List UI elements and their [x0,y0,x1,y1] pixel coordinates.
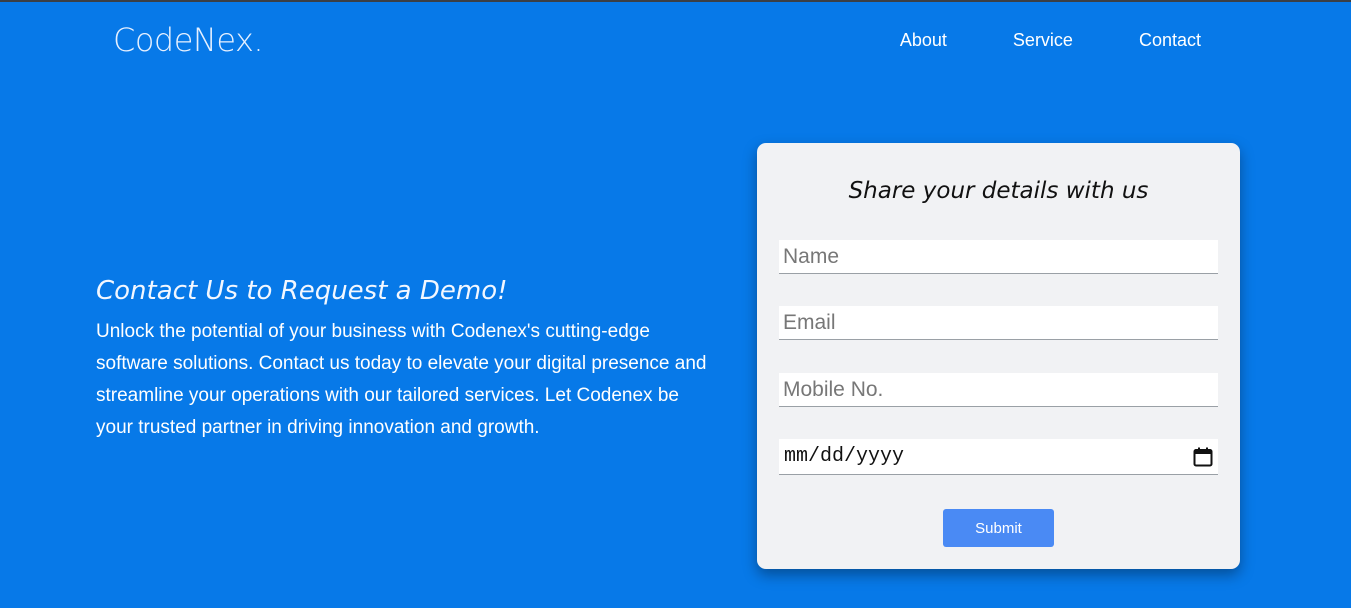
form-title: Share your details with us [848,178,1149,204]
hero-section: Contact Us to Request a Demo! Unlock the… [96,276,716,444]
mobile-field-wrapper [779,373,1218,407]
email-input[interactable] [779,306,1218,339]
hero-description: Unlock the potential of your business wi… [96,321,707,438]
name-input[interactable] [779,240,1218,273]
page: CodeNex. About Service Contact Contact U… [0,0,1351,608]
nav-link-service[interactable]: Service [1013,30,1073,51]
submit-button[interactable]: Submit [943,509,1054,547]
top-nav: About Service Contact [834,30,1201,51]
email-field-wrapper [779,306,1218,340]
name-field-wrapper [779,240,1218,274]
nav-link-contact[interactable]: Contact [1139,30,1201,51]
mobile-input[interactable] [779,373,1218,406]
nav-link-about[interactable]: About [900,30,947,51]
contact-form-card: Share your details with us mm/dd/yyyy Su… [757,143,1240,569]
date-placeholder: mm/dd/yyyy [784,445,905,468]
calendar-icon[interactable] [1192,446,1214,468]
hero-heading: Contact Us to Request a Demo! [96,276,508,306]
date-input[interactable]: mm/dd/yyyy [779,439,1218,475]
brand-logo[interactable]: CodeNex. [113,21,264,59]
